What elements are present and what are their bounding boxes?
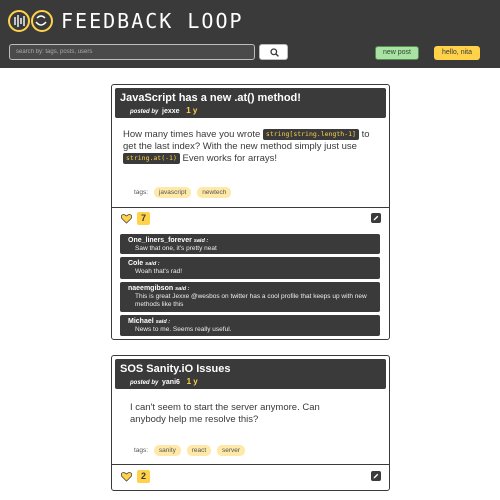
edit-button[interactable] (371, 213, 381, 223)
post-card: SOS Sanity.iO Issues posted by yani6 1 y… (111, 355, 390, 491)
post-tags: tags: sanity react server (134, 445, 246, 456)
pencil-icon (373, 473, 379, 479)
post-body: How many times have you wrote string[str… (123, 129, 378, 165)
comment: One_liners_forever said : Saw that one, i… (120, 234, 380, 254)
comment-author[interactable]: naeemgibson (128, 285, 173, 292)
post-body: I can't seem to start the server anymore… (130, 402, 320, 425)
post-age: 1 y (186, 106, 198, 115)
post-author[interactable]: jexxe (162, 108, 180, 115)
post-title[interactable]: JavaScript has a new .at() method! (120, 92, 301, 104)
pencil-icon (373, 215, 379, 221)
like-count: 7 (137, 212, 150, 225)
post-text: Even works for arrays! (179, 153, 278, 165)
code-snippet: string[string.length-1] (262, 129, 359, 140)
posted-by-label: posted by (130, 380, 159, 386)
tags-label: tags: (134, 447, 149, 454)
like-count: 2 (137, 470, 150, 483)
comment-text: Woah that's rad! (135, 268, 183, 275)
post-header: JavaScript has a new .at() method! poste… (115, 88, 386, 118)
post-meta: posted by yani6 1 y (130, 377, 198, 386)
comment-said-label: said : (145, 261, 160, 267)
comment-said-label: said : (193, 238, 209, 244)
post-meta: posted by jexxe 1 y (130, 106, 197, 115)
logo-icon (8, 9, 54, 33)
post-author[interactable]: yani6 (162, 379, 180, 386)
comment-said-label: said : (155, 319, 171, 325)
search-input[interactable] (9, 44, 255, 60)
heart-icon[interactable] (121, 213, 132, 224)
comment-author[interactable]: One_liners_forever (128, 237, 192, 244)
code-snippet: string.at(-1) (123, 153, 180, 165)
user-menu-button[interactable]: hello, nita (434, 46, 480, 60)
edit-button[interactable] (371, 471, 381, 481)
tags-label: tags: (134, 189, 149, 196)
comment-text: This is great Jexxe @wesbos on twitter h… (135, 293, 367, 308)
post-text: How many times have you wrote (123, 129, 263, 141)
post-header: SOS Sanity.iO Issues posted by yani6 1 y (115, 359, 386, 389)
comment: Cole said : Woah that's rad! (120, 257, 380, 279)
divider (112, 464, 389, 465)
post-age: 1 y (186, 377, 198, 386)
tag-chip[interactable]: sanity (153, 445, 181, 456)
tag-chip[interactable]: javascript (153, 187, 192, 198)
search-button[interactable] (259, 44, 288, 60)
divider (112, 207, 389, 208)
tag-chip[interactable]: newtech (197, 187, 232, 198)
new-post-button[interactable]: new post (375, 46, 419, 60)
tag-chip[interactable]: server (216, 445, 246, 456)
comment-author[interactable]: Michael (128, 318, 154, 325)
app-header: FEEDBACK LOOP new post hello, nita (0, 0, 500, 68)
posted-by-label: posted by (130, 109, 159, 115)
comment-said-label: said : (175, 286, 190, 292)
post-tags: tags: javascript newtech (134, 187, 232, 198)
post-title[interactable]: SOS Sanity.iO Issues (120, 363, 230, 375)
heart-icon[interactable] (121, 471, 132, 482)
comment-text: Saw that one, it's pretty neat (135, 245, 217, 252)
search-icon (270, 48, 279, 57)
comment: naeemgibson said : This is great Jexxe @w… (120, 282, 380, 312)
post-card: JavaScript has a new .at() method! poste… (111, 84, 390, 340)
comment: Michael said : News to me. Seems really u… (120, 315, 380, 336)
app-title: FEEDBACK LOOP (61, 9, 244, 33)
comment-author[interactable]: Cole (128, 260, 143, 267)
comment-text: News to me. Seems really useful. (135, 326, 232, 333)
tag-chip[interactable]: react (186, 445, 212, 456)
